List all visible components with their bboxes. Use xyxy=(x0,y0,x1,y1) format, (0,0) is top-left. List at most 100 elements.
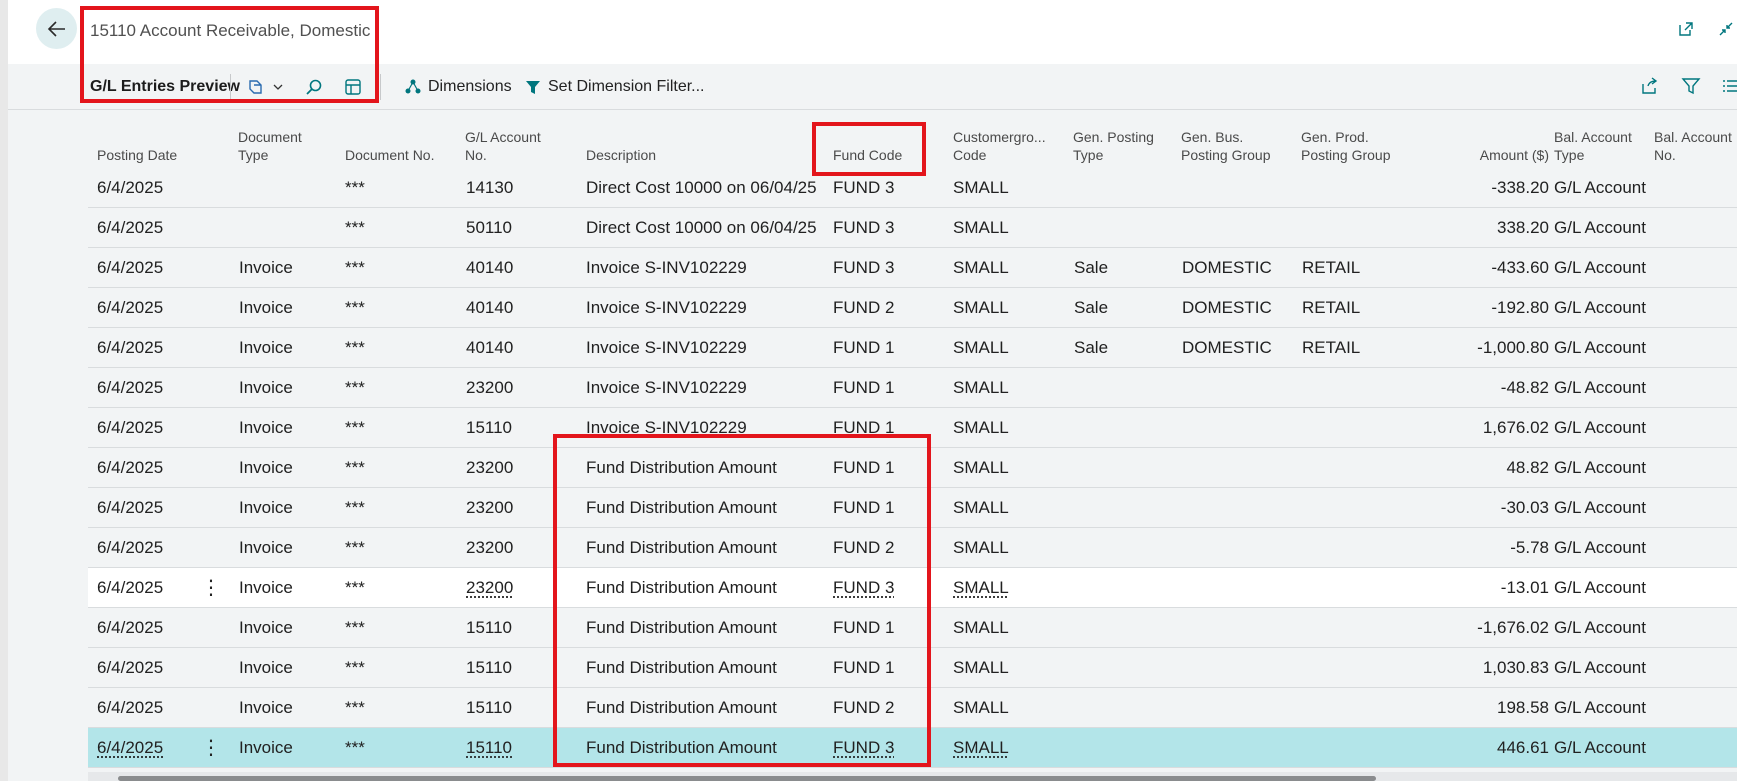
gl-account-no-cell[interactable]: 23200 xyxy=(466,488,513,528)
gl-account-no-cell[interactable]: 15110 xyxy=(466,648,512,688)
gl-account-no-cell[interactable]: 15110 xyxy=(466,688,512,728)
customergroup-code-cell[interactable]: SMALL xyxy=(953,648,1009,688)
back-button[interactable] xyxy=(36,8,77,49)
gl-account-no-cell[interactable]: 23200 xyxy=(466,568,513,608)
gl-account-no-cell[interactable]: 40140 xyxy=(466,288,513,328)
fund-code-cell[interactable]: FUND 2 xyxy=(833,688,894,728)
col-bal-account-no[interactable]: Bal. Account No. xyxy=(1654,128,1732,164)
posting-date-cell[interactable]: 6/4/2025 xyxy=(97,168,163,208)
customergroup-code-cell[interactable]: SMALL xyxy=(953,288,1009,328)
row-actions-menu-icon[interactable]: ⋮ xyxy=(201,568,221,608)
customergroup-code-cell[interactable]: SMALL xyxy=(953,608,1009,648)
posting-date-cell[interactable]: 6/4/2025 xyxy=(97,368,163,408)
posting-date-cell[interactable]: 6/4/2025 xyxy=(97,328,163,368)
col-gen-posting-type[interactable]: Gen. Posting Type xyxy=(1073,128,1154,164)
gl-account-no-cell[interactable]: 23200 xyxy=(466,528,513,568)
table-row[interactable]: 6/4/2025 Invoice *** 40140 Invoice S-INV1022… xyxy=(88,248,1737,288)
list-icon[interactable] xyxy=(1723,76,1737,96)
collapse-icon[interactable] xyxy=(1715,18,1737,40)
gl-account-no-cell[interactable]: 23200 xyxy=(466,368,513,408)
dimensions-button[interactable]: Dimensions xyxy=(404,75,512,99)
customergroup-code-cell[interactable]: SMALL xyxy=(953,568,1009,608)
personalize-button[interactable] xyxy=(343,75,363,99)
table-row[interactable]: 6/4/2025 Invoice *** 15110 Invoice S-INV1022… xyxy=(88,408,1737,448)
table-row[interactable]: 6/4/2025 Invoice *** 23200 Invoice S-INV1022… xyxy=(88,368,1737,408)
table-row[interactable]: 6/4/2025 *** 50110 Direct Cost 10000 on 06/… xyxy=(88,208,1737,248)
customergroup-code-cell[interactable]: SMALL xyxy=(953,488,1009,528)
gl-account-no-cell[interactable]: 50110 xyxy=(466,208,512,248)
table-row[interactable]: 6/4/2025 Invoice *** 23200 Fund Distribution… xyxy=(88,488,1737,528)
col-document-no[interactable]: Document No. xyxy=(345,146,434,164)
fund-code-cell[interactable]: FUND 2 xyxy=(833,528,894,568)
fund-code-cell[interactable]: FUND 1 xyxy=(833,328,894,368)
posting-date-cell[interactable]: 6/4/2025 xyxy=(97,528,163,568)
customergroup-code-cell[interactable]: SMALL xyxy=(953,448,1009,488)
posting-date-cell[interactable]: 6/4/2025 xyxy=(97,728,163,768)
gl-account-no-cell[interactable]: 14130 xyxy=(466,168,513,208)
gl-account-no-cell[interactable]: 15110 xyxy=(466,408,512,448)
posting-date-cell[interactable]: 6/4/2025 xyxy=(97,248,163,288)
open-new-window-icon[interactable] xyxy=(1675,18,1697,40)
fund-code-cell[interactable]: FUND 1 xyxy=(833,648,894,688)
customergroup-code-cell[interactable]: SMALL xyxy=(953,728,1009,768)
gl-account-no-cell[interactable]: 23200 xyxy=(466,448,513,488)
posting-date-cell[interactable]: 6/4/2025 xyxy=(97,288,163,328)
gl-account-no-cell[interactable]: 40140 xyxy=(466,328,513,368)
customergroup-code-cell[interactable]: SMALL xyxy=(953,328,1009,368)
gl-account-no-cell[interactable]: 40140 xyxy=(466,248,513,288)
col-amount[interactable]: Amount ($) xyxy=(1449,146,1549,164)
gl-account-no-cell[interactable]: 15110 xyxy=(466,728,512,768)
table-row[interactable]: 6/4/2025 Invoice *** 23200 Fund Distribution… xyxy=(88,568,1737,608)
fund-code-cell[interactable]: FUND 3 xyxy=(833,248,894,288)
posting-date-cell[interactable]: 6/4/2025 xyxy=(97,688,163,728)
fund-code-cell[interactable]: FUND 3 xyxy=(833,728,894,768)
fund-code-cell[interactable]: FUND 1 xyxy=(833,608,894,648)
fund-code-cell[interactable]: FUND 1 xyxy=(833,448,894,488)
posting-date-cell[interactable]: 6/4/2025 xyxy=(97,648,163,688)
col-customergroup-code[interactable]: Customergro... Code xyxy=(953,128,1046,164)
customergroup-code-cell[interactable]: SMALL xyxy=(953,408,1009,448)
copilot-button[interactable] xyxy=(246,75,284,99)
search-button[interactable] xyxy=(304,75,324,99)
filter-pane-icon[interactable] xyxy=(1681,76,1701,96)
col-gen-bus-posting-group[interactable]: Gen. Bus. Posting Group xyxy=(1181,128,1271,164)
set-dimension-filter-button[interactable]: Set Dimension Filter... xyxy=(524,75,705,99)
col-posting-date[interactable]: Posting Date xyxy=(97,146,177,164)
gl-account-no-cell[interactable]: 15110 xyxy=(466,608,512,648)
customergroup-code-cell[interactable]: SMALL xyxy=(953,248,1009,288)
scrollbar-thumb[interactable] xyxy=(118,776,1376,781)
col-bal-account-type[interactable]: Bal. Account Type xyxy=(1554,128,1632,164)
table-row[interactable]: 6/4/2025 Invoice *** 40140 Invoice S-INV1022… xyxy=(88,288,1737,328)
posting-date-cell[interactable]: 6/4/2025 xyxy=(97,448,163,488)
table-row[interactable]: 6/4/2025 *** 14130 Direct Cost 10000 on 06/… xyxy=(88,168,1737,208)
customergroup-code-cell[interactable]: SMALL xyxy=(953,208,1009,248)
table-row[interactable]: 6/4/2025 Invoice *** 23200 Fund Distribution… xyxy=(88,448,1737,488)
table-row[interactable]: 6/4/2025 Invoice *** 15110 Fund Distribution… xyxy=(88,688,1737,728)
col-description[interactable]: Description xyxy=(586,146,656,164)
col-gl-account-no[interactable]: G/L Account No. xyxy=(465,128,541,164)
customergroup-code-cell[interactable]: SMALL xyxy=(953,168,1009,208)
row-actions-menu-icon[interactable]: ⋮ xyxy=(201,728,221,768)
posting-date-cell[interactable]: 6/4/2025 xyxy=(97,568,163,608)
fund-code-cell[interactable]: FUND 3 xyxy=(833,568,894,608)
customergroup-code-cell[interactable]: SMALL xyxy=(953,688,1009,728)
col-gen-prod-posting-group[interactable]: Gen. Prod. Posting Group xyxy=(1301,128,1391,164)
table-row[interactable]: 6/4/2025 Invoice *** 23200 Fund Distribution… xyxy=(88,528,1737,568)
posting-date-cell[interactable]: 6/4/2025 xyxy=(97,488,163,528)
fund-code-cell[interactable]: FUND 3 xyxy=(833,208,894,248)
fund-code-cell[interactable]: FUND 1 xyxy=(833,488,894,528)
posting-date-cell[interactable]: 6/4/2025 xyxy=(97,208,163,248)
posting-date-cell[interactable]: 6/4/2025 xyxy=(97,608,163,648)
fund-code-cell[interactable]: FUND 1 xyxy=(833,408,894,448)
table-row[interactable]: 6/4/2025 Invoice *** 15110 Fund Distribution… xyxy=(88,608,1737,648)
posting-date-cell[interactable]: 6/4/2025 xyxy=(97,408,163,448)
customergroup-code-cell[interactable]: SMALL xyxy=(953,528,1009,568)
customergroup-code-cell[interactable]: SMALL xyxy=(953,368,1009,408)
share-icon[interactable] xyxy=(1639,76,1659,96)
fund-code-cell[interactable]: FUND 2 xyxy=(833,288,894,328)
fund-code-cell[interactable]: FUND 1 xyxy=(833,368,894,408)
table-row[interactable]: 6/4/2025 Invoice *** 15110 Fund Distribution… xyxy=(88,728,1737,768)
table-row[interactable]: 6/4/2025 Invoice *** 15110 Fund Distribution… xyxy=(88,648,1737,688)
table-row[interactable]: 6/4/2025 Invoice *** 40140 Invoice S-INV1022… xyxy=(88,328,1737,368)
fund-code-cell[interactable]: FUND 3 xyxy=(833,168,894,208)
